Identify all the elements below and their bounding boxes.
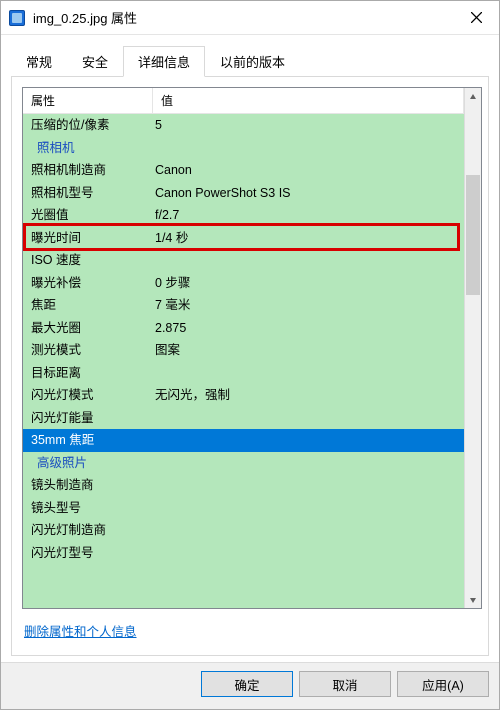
table-row[interactable]: 测光模式图案 — [23, 339, 464, 362]
property-value: f/2.7 — [153, 209, 464, 222]
property-value — [153, 457, 464, 470]
table-row[interactable]: 压缩的位/像素5 — [23, 114, 464, 137]
table-row[interactable]: 35mm 焦距 — [23, 429, 464, 452]
property-name: 光圈值 — [23, 209, 153, 222]
table-row[interactable]: 闪光灯型号 — [23, 542, 464, 565]
property-name: 曝光时间 — [23, 232, 153, 245]
col-header-value[interactable]: 值 — [153, 88, 464, 113]
property-value — [153, 502, 464, 515]
property-name: 镜头型号 — [23, 502, 153, 515]
property-value — [153, 254, 464, 267]
property-name: ISO 速度 — [23, 254, 153, 267]
table-row[interactable]: 焦距7 毫米 — [23, 294, 464, 317]
titlebar: img_0.25.jpg 属性 — [1, 1, 499, 35]
table-row[interactable]: 目标距离 — [23, 362, 464, 385]
scroll-track[interactable] — [465, 105, 481, 591]
property-value: 5 — [153, 119, 464, 132]
property-name: 镜头制造商 — [23, 479, 153, 492]
property-value: 0 步骤 — [153, 277, 464, 290]
cancel-button[interactable]: 取消 — [299, 671, 391, 697]
property-name: 最大光圈 — [23, 322, 153, 335]
scroll-up-button[interactable] — [465, 88, 481, 105]
property-name: 照相机型号 — [23, 187, 153, 200]
property-value — [153, 367, 464, 380]
tab-general[interactable]: 常规 — [11, 46, 67, 77]
table-row[interactable]: 闪光灯制造商 — [23, 519, 464, 542]
table-row[interactable]: 镜头制造商 — [23, 474, 464, 497]
properties-dialog: img_0.25.jpg 属性 常规 安全 详细信息 以前的版本 属性 值 压缩… — [0, 0, 500, 710]
table-row[interactable]: 照相机 — [23, 137, 464, 160]
properties-table-body[interactable]: 属性 值 压缩的位/像素5照相机照相机制造商Canon照相机型号Canon Po… — [23, 88, 464, 608]
property-value: 无闪光，强制 — [153, 389, 464, 402]
property-name: 闪光灯能量 — [23, 412, 153, 425]
table-row[interactable]: 高级照片 — [23, 452, 464, 475]
table-row[interactable]: 照相机制造商Canon — [23, 159, 464, 182]
property-value — [153, 434, 464, 447]
table-row[interactable]: 曝光时间1/4 秒 — [23, 227, 464, 250]
table-row[interactable]: 闪光灯模式无闪光，强制 — [23, 384, 464, 407]
property-value: 1/4 秒 — [153, 232, 464, 245]
table-row[interactable]: 镜头型号 — [23, 497, 464, 520]
table-header: 属性 值 — [23, 88, 464, 114]
property-name: 闪光灯制造商 — [23, 524, 153, 537]
tab-bar: 常规 安全 详细信息 以前的版本 — [1, 35, 499, 76]
property-value: Canon — [153, 164, 464, 177]
remove-properties-row: 删除属性和个人信息 — [22, 609, 482, 645]
property-name: 35mm 焦距 — [23, 434, 153, 447]
dialog-button-bar: 确定 取消 应用(A) — [1, 662, 499, 709]
vertical-scrollbar[interactable] — [464, 88, 481, 608]
table-row[interactable]: 曝光补偿0 步骤 — [23, 272, 464, 295]
property-name: 测光模式 — [23, 344, 153, 357]
table-row[interactable]: 最大光圈2.875 — [23, 317, 464, 340]
ok-button[interactable]: 确定 — [201, 671, 293, 697]
property-name: 闪光灯型号 — [23, 547, 153, 560]
tab-security[interactable]: 安全 — [67, 46, 123, 77]
property-name: 压缩的位/像素 — [23, 119, 153, 132]
properties-table: 属性 值 压缩的位/像素5照相机照相机制造商Canon照相机型号Canon Po… — [22, 87, 482, 609]
property-name: 闪光灯模式 — [23, 389, 153, 402]
property-value — [153, 547, 464, 560]
table-row[interactable]: ISO 速度 — [23, 249, 464, 272]
file-icon — [9, 10, 25, 26]
property-value: 7 毫米 — [153, 299, 464, 312]
property-name: 焦距 — [23, 299, 153, 312]
property-value: Canon PowerShot S3 IS — [153, 187, 464, 200]
remove-properties-link[interactable]: 删除属性和个人信息 — [24, 625, 137, 639]
apply-button[interactable]: 应用(A) — [397, 671, 489, 697]
tab-details[interactable]: 详细信息 — [123, 46, 205, 77]
property-value — [153, 524, 464, 537]
tab-panel-details: 属性 值 压缩的位/像素5照相机照相机制造商Canon照相机型号Canon Po… — [11, 76, 489, 656]
table-row[interactable]: 照相机型号Canon PowerShot S3 IS — [23, 182, 464, 205]
property-value — [153, 412, 464, 425]
col-header-property[interactable]: 属性 — [23, 88, 153, 113]
scroll-down-button[interactable] — [465, 591, 481, 608]
property-name: 照相机制造商 — [23, 164, 153, 177]
tab-previous-versions[interactable]: 以前的版本 — [205, 46, 300, 77]
table-row[interactable]: 光圈值f/2.7 — [23, 204, 464, 227]
window-title: img_0.25.jpg 属性 — [33, 8, 453, 27]
property-value — [153, 479, 464, 492]
property-value — [153, 142, 464, 155]
close-button[interactable] — [453, 1, 499, 35]
scroll-thumb[interactable] — [466, 175, 480, 295]
property-name: 高级照片 — [23, 457, 153, 470]
property-value: 图案 — [153, 344, 464, 357]
property-name: 照相机 — [23, 142, 153, 155]
property-value: 2.875 — [153, 322, 464, 335]
property-name: 目标距离 — [23, 367, 153, 380]
property-name: 曝光补偿 — [23, 277, 153, 290]
table-row[interactable]: 闪光灯能量 — [23, 407, 464, 430]
